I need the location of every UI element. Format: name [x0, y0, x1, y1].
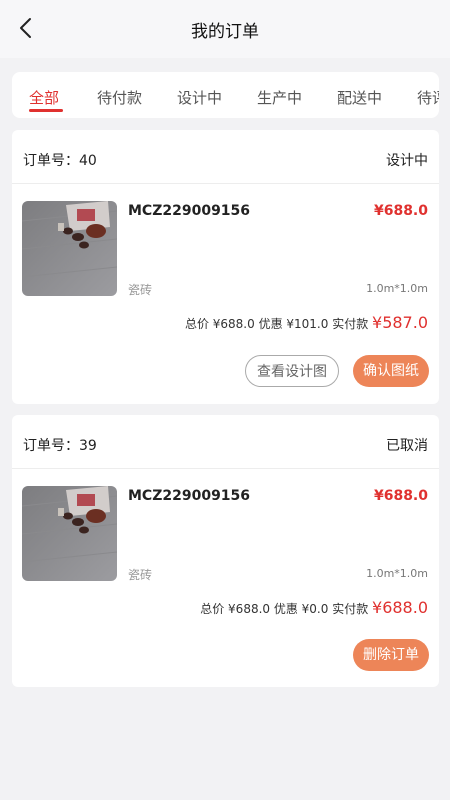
order-summary: 总价 ¥688.0 优惠 ¥0.0 实付款 ¥688.0	[200, 598, 428, 617]
tab-designing[interactable]: 设计中	[177, 87, 222, 108]
product-price: ¥688.0	[373, 488, 428, 504]
header-bar: 我的订单	[0, 0, 450, 58]
divider	[12, 183, 439, 184]
order-status: 设计中	[386, 153, 428, 169]
product-material: 瓷砖	[128, 568, 153, 582]
order-summary: 总价 ¥688.0 优惠 ¥101.0 实付款 ¥587.0	[185, 313, 428, 332]
active-tab-indicator	[29, 109, 63, 112]
delete-order-button[interactable]: 删除订单	[353, 639, 429, 671]
order-status: 已取消	[386, 438, 428, 454]
product-material: 瓷砖	[128, 283, 153, 297]
view-design-button[interactable]: 查看设计图	[245, 355, 339, 387]
tab-pending-payment[interactable]: 待付款	[97, 87, 142, 108]
product-price: ¥688.0	[373, 203, 428, 219]
paid-amount: ¥587.0	[372, 313, 428, 332]
summary-text: 总价 ¥688.0 优惠 ¥101.0 实付款	[184, 317, 373, 331]
product-spec: 1.0m*1.0m	[366, 282, 428, 295]
tab-pending-review[interactable]: 待评	[417, 87, 439, 108]
tab-all[interactable]: 全部	[29, 87, 59, 108]
tab-delivering[interactable]: 配送中	[337, 87, 382, 108]
product-spec: 1.0m*1.0m	[366, 567, 428, 580]
product-image[interactable]	[22, 486, 117, 581]
summary-text: 总价 ¥688.0 优惠 ¥0.0 实付款	[200, 602, 373, 616]
product-image[interactable]	[22, 201, 117, 296]
order-number: 订单号：40	[23, 153, 97, 169]
order-number: 订单号：39	[23, 438, 97, 454]
divider	[12, 468, 439, 469]
order-card[interactable]: 订单号：39 已取消 MCZ229009156 ¥688.0 瓷砖 1.0m*1	[12, 415, 439, 687]
order-status-tabs: 全部 待付款 设计中 生产中 配送中 待评	[12, 72, 439, 118]
product-sku: MCZ229009156	[128, 203, 251, 219]
order-card[interactable]: 订单号：40 设计中 MCZ229009156 ¥688.0 瓷砖 1.0m*1	[12, 130, 439, 404]
tab-producing[interactable]: 生产中	[257, 87, 302, 108]
confirm-drawing-button[interactable]: 确认图纸	[353, 355, 429, 387]
product-sku: MCZ229009156	[128, 488, 251, 504]
paid-amount: ¥688.0	[372, 598, 428, 617]
page-title: 我的订单	[191, 22, 259, 42]
